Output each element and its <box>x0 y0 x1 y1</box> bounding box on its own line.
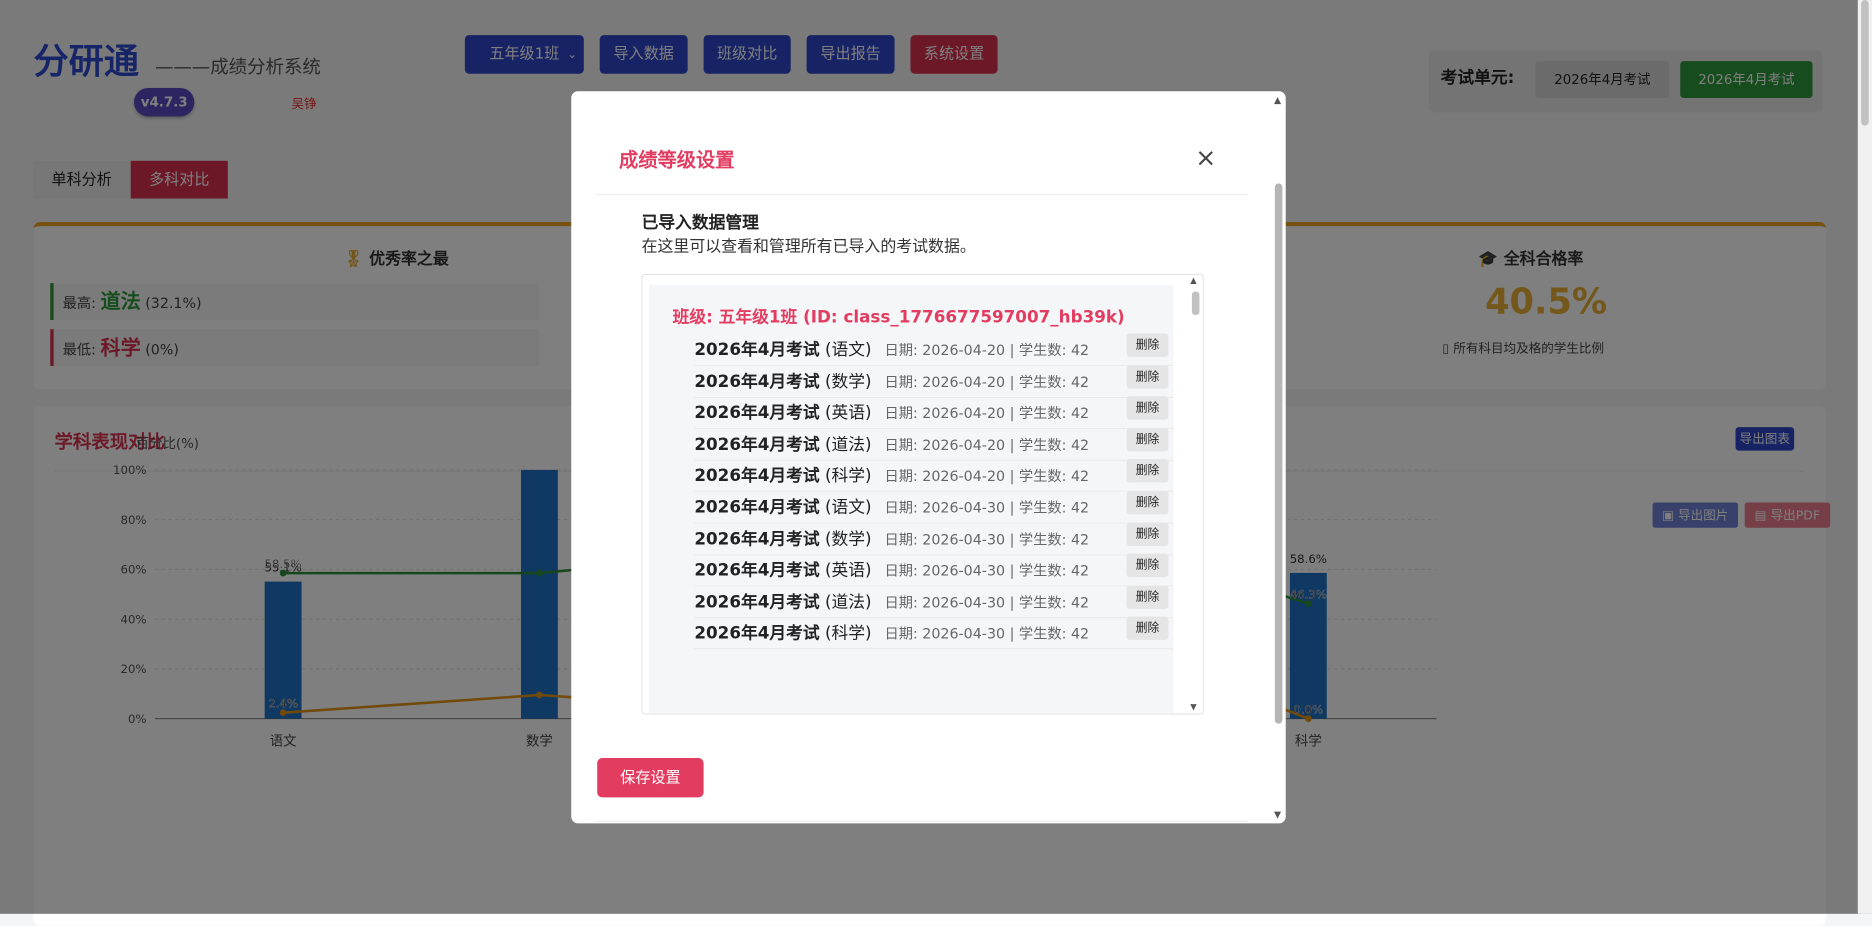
exam-meta: 日期: 2026-04-20 | 学生数: 42 <box>884 405 1090 423</box>
save-settings-button[interactable]: 保存设置 <box>597 758 704 798</box>
exam-meta: 日期: 2026-04-30 | 学生数: 42 <box>884 563 1090 580</box>
delete-button[interactable]: 删除 <box>1126 553 1169 578</box>
modal-scrollbar-thumb[interactable] <box>1274 183 1283 724</box>
delete-button[interactable]: 删除 <box>1126 522 1169 546</box>
exam-name: 2026年4月考试 (道法) <box>694 591 872 612</box>
exam-meta: 日期: 2026-04-20 | 学生数: 42 <box>884 342 1090 360</box>
exam-name: 2026年4月考试 (语文) <box>694 339 872 360</box>
modal-title: 成绩等级设置 <box>618 149 735 172</box>
delete-button[interactable]: 删除 <box>1126 459 1169 483</box>
exam-name: 2026年4月考试 (英语) <box>694 559 872 580</box>
divider <box>596 194 1249 196</box>
imported-data-list[interactable]: 班级: 五年级1班 (ID: class_1776677597007_hb39k… <box>641 273 1204 715</box>
exam-name: 2026年4月考试 (科学) <box>694 622 872 643</box>
exam-name: 2026年4月考试 (科学) <box>694 465 872 486</box>
delete-button[interactable]: 删除 <box>1126 616 1169 641</box>
scroll-down-icon[interactable]: ▼ <box>1274 809 1281 820</box>
grade-settings-modal: 成绩等级设置 × 已导入数据管理 在这里可以查看和管理所有已导入的考试数据。 班… <box>571 91 1286 824</box>
exam-meta: 日期: 2026-04-30 | 学生数: 42 <box>884 500 1090 517</box>
delete-button[interactable]: 删除 <box>1126 585 1169 609</box>
exam-meta: 日期: 2026-04-20 | 学生数: 42 <box>884 437 1090 454</box>
exam-meta: 日期: 2026-04-20 | 学生数: 42 <box>884 468 1090 486</box>
app-root: 分研通 ———成绩分析系统 v4.7.3 吴铮 五年级1班 ⌄ 导入数据 班级对… <box>0 0 1872 926</box>
exam-name: 2026年4月考试 (语文) <box>694 496 872 517</box>
exam-name: 2026年4月考试 (数学) <box>694 370 872 391</box>
exam-meta: 日期: 2026-04-20 | 学生数: 42 <box>884 374 1090 391</box>
exam-name: 2026年4月考试 (道法) <box>694 433 872 454</box>
delete-button[interactable]: 删除 <box>1126 396 1169 420</box>
page-scrollbar[interactable] <box>1857 0 1872 914</box>
exam-meta: 日期: 2026-04-30 | 学生数: 42 <box>884 594 1090 612</box>
class-header: 班级: 五年级1班 (ID: class_1776677597007_hb39k… <box>672 306 1125 327</box>
exam-row: 2026年4月考试 (科学) 日期: 2026-04-30 | 学生数: 42 删除 <box>694 612 1174 650</box>
exam-name: 2026年4月考试 (英语) <box>694 402 872 423</box>
scroll-down-icon[interactable]: ▼ <box>1190 703 1196 712</box>
delete-button[interactable]: 删除 <box>1126 490 1169 515</box>
scroll-up-icon[interactable]: ▲ <box>1190 276 1196 285</box>
delete-button[interactable]: 删除 <box>1126 427 1169 452</box>
close-icon[interactable]: × <box>1195 143 1216 172</box>
section-description: 在这里可以查看和管理所有已导入的考试数据。 <box>641 237 976 256</box>
section-title: 已导入数据管理 <box>641 211 759 233</box>
exam-meta: 日期: 2026-04-30 | 学生数: 42 <box>884 531 1090 549</box>
page-scrollbar-thumb[interactable] <box>1861 0 1869 126</box>
scroll-up-icon[interactable]: ▲ <box>1274 95 1281 106</box>
exam-meta: 日期: 2026-04-30 | 学生数: 42 <box>884 626 1090 643</box>
list-scrollbar-thumb[interactable] <box>1191 291 1200 315</box>
list-scrollbar[interactable]: ▲ ▼ <box>1189 275 1202 714</box>
modal-scrollbar[interactable]: ▲ ▼ <box>1271 91 1285 823</box>
delete-button[interactable]: 删除 <box>1126 364 1169 389</box>
exam-name: 2026年4月考试 (数学) <box>694 528 872 549</box>
class-group: 班级: 五年级1班 (ID: class_1776677597007_hb39k… <box>649 284 1174 714</box>
divider <box>596 820 1249 822</box>
delete-button[interactable]: 删除 <box>1126 333 1169 357</box>
